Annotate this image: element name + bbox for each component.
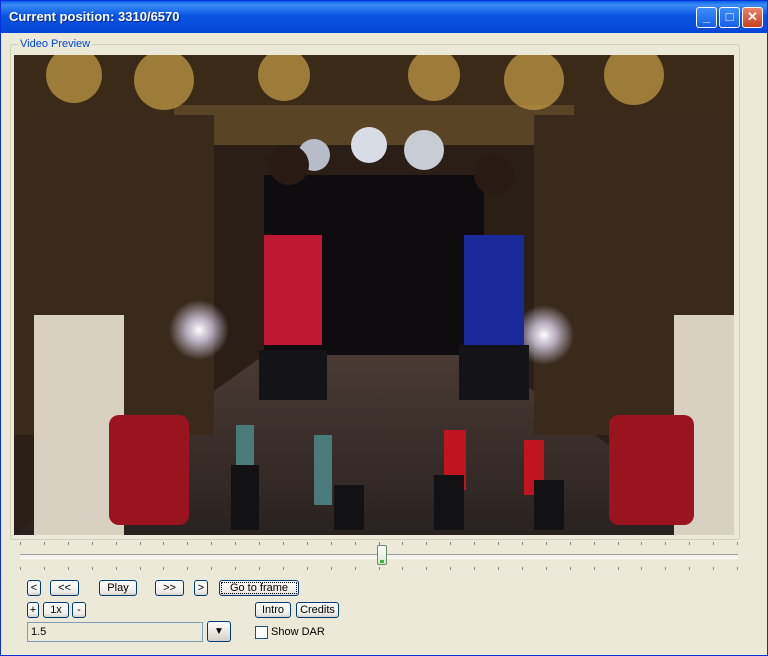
speed-plus-button[interactable]: + bbox=[27, 602, 39, 618]
seek-tick bbox=[259, 542, 260, 545]
seek-tick bbox=[618, 542, 619, 545]
seek-tick bbox=[331, 567, 332, 570]
seek-tick bbox=[68, 542, 69, 545]
seek-tick bbox=[211, 542, 212, 545]
seek-tick bbox=[355, 542, 356, 545]
seek-tick bbox=[92, 542, 93, 545]
seek-tick bbox=[713, 567, 714, 570]
seek-tick bbox=[402, 567, 403, 570]
close-icon: ✕ bbox=[747, 9, 758, 24]
seek-tick bbox=[546, 567, 547, 570]
chevron-down-icon: ▼ bbox=[214, 626, 224, 637]
seek-tick bbox=[713, 542, 714, 545]
seek-tick bbox=[426, 542, 427, 545]
seek-tick bbox=[235, 567, 236, 570]
seek-tick bbox=[570, 542, 571, 545]
seek-tick bbox=[689, 567, 690, 570]
close-button[interactable]: ✕ bbox=[742, 7, 763, 28]
maximize-icon: □ bbox=[725, 9, 734, 24]
seek-tick bbox=[450, 567, 451, 570]
seek-slider[interactable] bbox=[20, 540, 738, 572]
seek-tick bbox=[546, 542, 547, 545]
next-frame-button[interactable]: > bbox=[194, 580, 208, 596]
seek-tick bbox=[116, 567, 117, 570]
seek-tick bbox=[665, 542, 666, 545]
seek-tick bbox=[737, 542, 738, 545]
seek-tick bbox=[44, 542, 45, 545]
seek-tick bbox=[379, 567, 380, 570]
seek-tick bbox=[522, 567, 523, 570]
video-preview-label: Video Preview bbox=[18, 38, 93, 50]
seek-tick bbox=[498, 542, 499, 545]
seek-tick bbox=[211, 567, 212, 570]
seek-thumb[interactable] bbox=[377, 545, 387, 565]
seek-tick bbox=[140, 567, 141, 570]
seek-tick bbox=[665, 567, 666, 570]
seek-tick bbox=[259, 567, 260, 570]
seek-tick bbox=[498, 567, 499, 570]
window-title: Current position: 3310/6570 bbox=[9, 9, 180, 24]
seek-tick bbox=[44, 567, 45, 570]
seek-tick bbox=[20, 567, 21, 570]
seek-tick bbox=[187, 567, 188, 570]
seek-tick bbox=[402, 542, 403, 545]
seek-tick bbox=[641, 567, 642, 570]
seek-tick bbox=[235, 542, 236, 545]
seek-tick bbox=[187, 542, 188, 545]
seek-tick bbox=[283, 567, 284, 570]
seek-tick bbox=[737, 567, 738, 570]
seek-tick bbox=[689, 542, 690, 545]
title-bar[interactable]: Current position: 3310/6570 _ □ ✕ bbox=[1, 1, 767, 33]
minimize-icon: _ bbox=[702, 9, 711, 24]
seek-tick bbox=[163, 567, 164, 570]
speed-1x-button[interactable]: 1x bbox=[43, 602, 69, 618]
speed-minus-button[interactable]: - bbox=[72, 602, 86, 618]
play-button[interactable]: Play bbox=[99, 580, 137, 596]
minimize-button[interactable]: _ bbox=[696, 7, 717, 28]
seek-tick bbox=[331, 542, 332, 545]
seek-tick bbox=[283, 542, 284, 545]
credits-button[interactable]: Credits bbox=[296, 602, 339, 618]
seek-tick bbox=[474, 567, 475, 570]
rewind-button[interactable]: << bbox=[50, 580, 79, 596]
seek-tick bbox=[20, 542, 21, 545]
show-dar-label: Show DAR bbox=[271, 626, 325, 638]
value-combo[interactable]: 1.5 bbox=[27, 622, 203, 642]
maximize-button[interactable]: □ bbox=[719, 7, 740, 28]
seek-tick bbox=[92, 567, 93, 570]
seek-tick bbox=[163, 542, 164, 545]
seek-tick bbox=[522, 542, 523, 545]
seek-tick bbox=[474, 542, 475, 545]
show-dar-checkbox[interactable] bbox=[255, 626, 268, 639]
seek-tick bbox=[594, 542, 595, 545]
seek-tick bbox=[355, 567, 356, 570]
seek-tick bbox=[618, 567, 619, 570]
prev-frame-button[interactable]: < bbox=[27, 580, 41, 596]
seek-tick bbox=[307, 567, 308, 570]
seek-tick bbox=[116, 542, 117, 545]
forward-button[interactable]: >> bbox=[155, 580, 184, 596]
intro-button[interactable]: Intro bbox=[255, 602, 291, 618]
go-to-frame-button[interactable]: Go to frame bbox=[219, 580, 299, 596]
seek-tick bbox=[426, 567, 427, 570]
video-frame-image bbox=[14, 55, 734, 535]
seek-tick bbox=[641, 542, 642, 545]
seek-tick bbox=[68, 567, 69, 570]
seek-tick bbox=[307, 542, 308, 545]
seek-tick bbox=[450, 542, 451, 545]
seek-tick bbox=[140, 542, 141, 545]
seek-tick bbox=[570, 567, 571, 570]
seek-tick bbox=[594, 567, 595, 570]
combo-dropdown-button[interactable]: ▼ bbox=[207, 621, 231, 642]
video-frame bbox=[14, 55, 734, 535]
